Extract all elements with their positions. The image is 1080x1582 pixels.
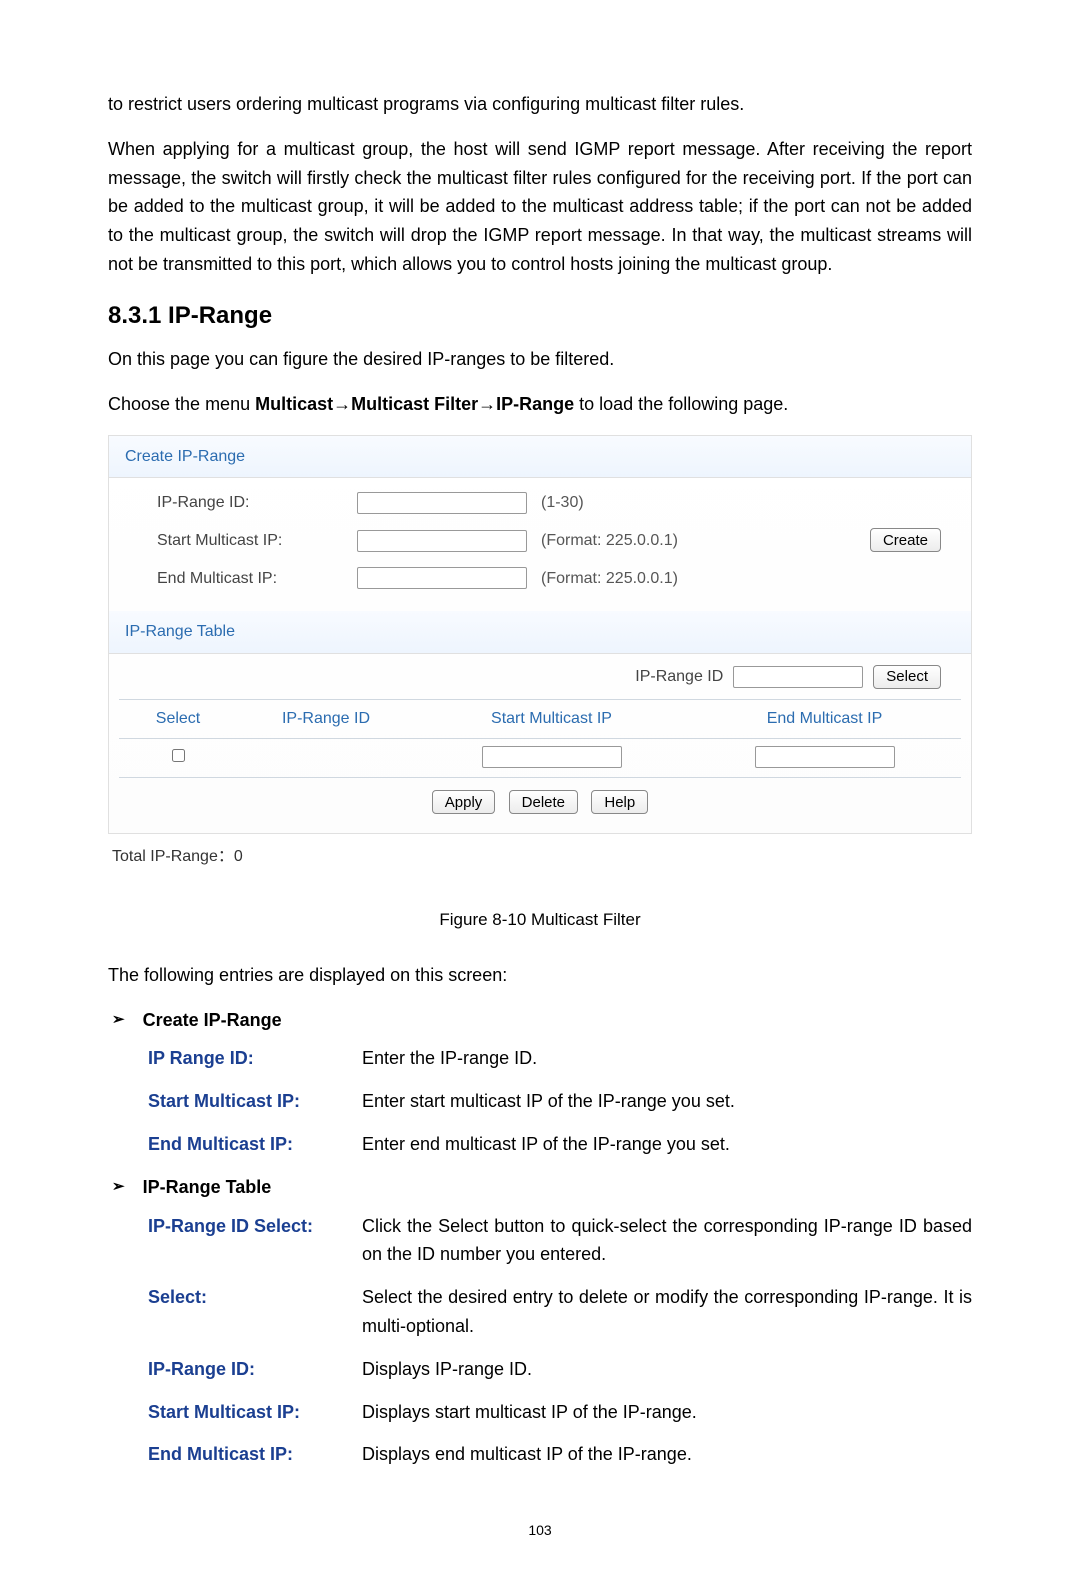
def-desc: Enter start multicast IP of the IP-range…	[362, 1087, 972, 1116]
delete-button[interactable]: Delete	[509, 790, 578, 814]
input-end-ip[interactable]	[357, 567, 527, 589]
config-figure: Create IP-Range IP-Range ID: (1-30) Star…	[108, 435, 972, 870]
def-term: Select:	[148, 1283, 362, 1341]
def-desc: Displays start multicast IP of the IP-ra…	[362, 1398, 972, 1427]
create-ip-range-header: Create IP-Range	[109, 436, 971, 479]
def-term: End Multicast IP:	[148, 1130, 362, 1159]
input-ip-range-id[interactable]	[357, 492, 527, 514]
intro-line-1: to restrict users ordering multicast pro…	[108, 90, 972, 119]
create-button[interactable]: Create	[870, 528, 941, 552]
entries-intro: The following entries are displayed on t…	[108, 961, 972, 990]
input-start-ip[interactable]	[357, 530, 527, 552]
hint-ip-range: (1-30)	[541, 490, 584, 516]
hint-end-fmt: (Format: 225.0.0.1)	[541, 566, 678, 592]
menu-path: Multicast→Multicast Filter→IP-Range	[255, 394, 574, 414]
col-select: Select	[119, 700, 237, 739]
ip-range-table-header: IP-Range Table	[109, 611, 971, 654]
def-term: Start Multicast IP:	[148, 1398, 362, 1427]
col-start: Start Multicast IP	[415, 700, 688, 739]
def-term: End Multicast IP:	[148, 1440, 362, 1469]
select-button[interactable]: Select	[873, 665, 941, 689]
table-row	[119, 738, 961, 777]
def-desc: Select the desired entry to delete or mo…	[362, 1283, 972, 1341]
section-heading: 8.3.1 IP-Range	[108, 297, 972, 335]
def-desc: Enter the IP-range ID.	[362, 1044, 972, 1073]
total-ip-range: Total IP-Range：0	[112, 844, 972, 870]
section-table-title: IP-Range Table	[143, 1173, 272, 1202]
page-number: 103	[108, 1519, 972, 1541]
def-desc: Enter end multicast IP of the IP-range y…	[362, 1130, 972, 1159]
def-desc: Displays end multicast IP of the IP-rang…	[362, 1440, 972, 1469]
row-end-input[interactable]	[755, 746, 895, 768]
filter-input[interactable]	[733, 666, 863, 688]
label-ip-range-id: IP-Range ID:	[119, 490, 357, 516]
ip-range-table: Select IP-Range ID Start Multicast IP En…	[119, 699, 961, 777]
menu-prefix: Choose the menu	[108, 394, 255, 414]
bullet-arrow-icon: ➢	[112, 1008, 125, 1032]
menu-suffix: to load the following page.	[574, 394, 788, 414]
row-start-input[interactable]	[482, 746, 622, 768]
bullet-arrow-icon: ➢	[112, 1175, 125, 1199]
label-end-ip: End Multicast IP:	[119, 566, 357, 592]
col-end: End Multicast IP	[688, 700, 961, 739]
filter-label: IP-Range ID	[635, 664, 723, 690]
intro-line-2: When applying for a multicast group, the…	[108, 135, 972, 279]
def-desc: Displays IP-range ID.	[362, 1355, 972, 1384]
intro-line-3: On this page you can figure the desired …	[108, 345, 972, 374]
def-term: IP Range ID:	[148, 1044, 362, 1073]
def-term: IP-Range ID:	[148, 1355, 362, 1384]
menu-path-line: Choose the menu Multicast→Multicast Filt…	[108, 390, 972, 419]
def-term: IP-Range ID Select:	[148, 1212, 362, 1270]
row-checkbox[interactable]	[172, 749, 185, 762]
hint-start-fmt: (Format: 225.0.0.1)	[541, 528, 678, 554]
def-desc: Click the Select button to quick-select …	[362, 1212, 972, 1270]
label-start-ip: Start Multicast IP:	[119, 528, 357, 554]
apply-button[interactable]: Apply	[432, 790, 496, 814]
col-id: IP-Range ID	[237, 700, 415, 739]
section-create-title: Create IP-Range	[143, 1006, 282, 1035]
figure-caption: Figure 8-10 Multicast Filter	[108, 906, 972, 933]
help-button[interactable]: Help	[591, 790, 648, 814]
def-term: Start Multicast IP:	[148, 1087, 362, 1116]
